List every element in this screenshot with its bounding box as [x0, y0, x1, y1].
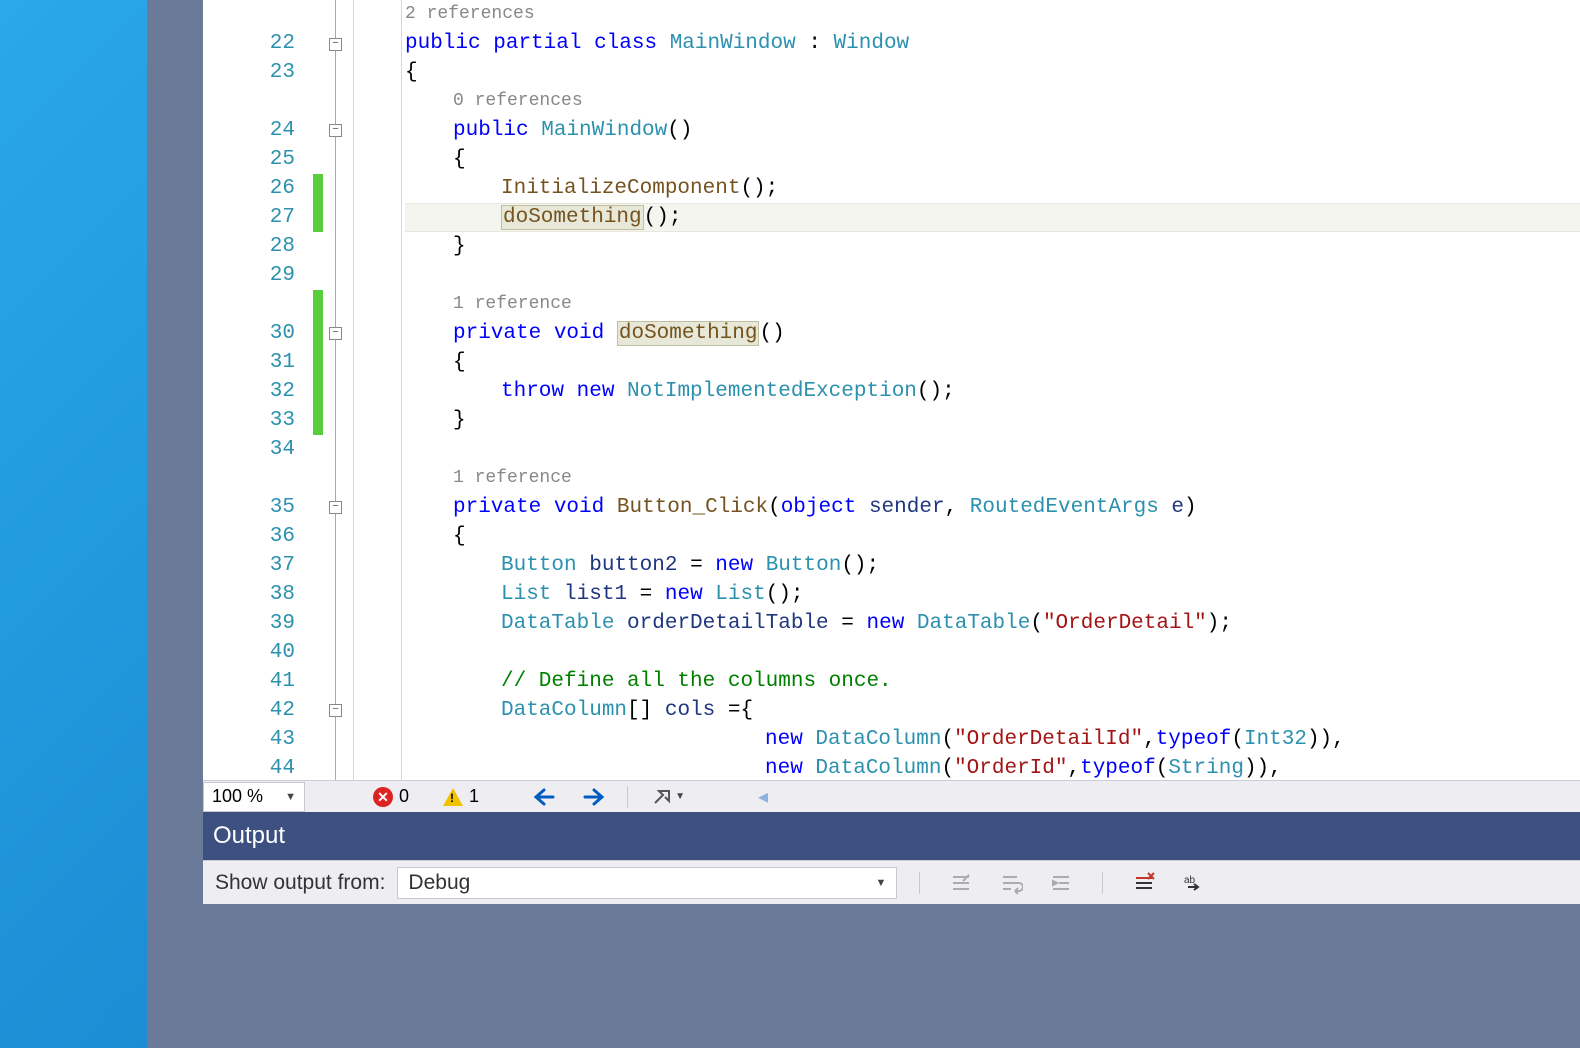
line-number: 39: [203, 609, 313, 638]
separator: [919, 872, 920, 894]
line-number: 24: [203, 116, 313, 145]
warning-count[interactable]: 1: [443, 786, 479, 807]
code-fold-strip: − − − − −: [323, 0, 349, 780]
clear-all-button[interactable]: [942, 867, 980, 899]
change-indicator-strip: [313, 0, 323, 780]
error-count[interactable]: ✕ 0: [373, 786, 409, 807]
fold-toggle[interactable]: −: [329, 38, 342, 51]
chevron-down-icon: ▼: [285, 791, 296, 803]
change-marker: [313, 174, 323, 232]
line-number: 31: [203, 348, 313, 377]
ide-window: 22 23 24 25 26 27 28 29 30 31 32 33 34 3…: [147, 0, 1580, 1048]
codelens-references[interactable]: 1 reference: [405, 464, 1580, 493]
codelens-references[interactable]: 1 reference: [405, 290, 1580, 319]
output-source-label: Show output from:: [215, 871, 385, 895]
line-number: 28: [203, 232, 313, 261]
line-number: 35: [203, 493, 313, 522]
code-content[interactable]: 2 references public partial class MainWi…: [405, 0, 1580, 780]
symbol-highlight[interactable]: doSomething: [617, 321, 760, 346]
chevron-down-icon: ▼: [675, 791, 685, 802]
desktop-background: [0, 0, 147, 1048]
line-number: 33: [203, 406, 313, 435]
line-number: 26: [203, 174, 313, 203]
symbol-highlight[interactable]: doSomething: [501, 205, 644, 230]
chevron-down-icon: ▼: [876, 877, 887, 889]
editor-status-bar: 100 % ▼ ✕ 0 1 ▼ ◂: [203, 780, 1580, 812]
indent-guide-strip: [349, 0, 405, 780]
line-number: 23: [203, 58, 313, 87]
output-source-combo[interactable]: Debug ▼: [397, 867, 897, 899]
output-toolbar: Show output from: Debug ▼ ab: [203, 860, 1580, 904]
line-number: 44: [203, 754, 313, 783]
fold-toggle[interactable]: −: [329, 704, 342, 717]
navigate-back-button[interactable]: [525, 783, 563, 811]
codelens-references[interactable]: 2 references: [405, 0, 1580, 29]
line-number: 43: [203, 725, 313, 754]
toggle-autoscroll-button[interactable]: ab: [1175, 867, 1213, 899]
codelens-references[interactable]: 0 references: [405, 87, 1580, 116]
change-marker: [313, 290, 323, 435]
error-icon: ✕: [373, 787, 393, 807]
clear-output-button[interactable]: [1125, 867, 1163, 899]
indent-button[interactable]: [1042, 867, 1080, 899]
toggle-wordwrap-button[interactable]: [992, 867, 1030, 899]
line-number: 27: [203, 203, 313, 232]
zoom-level-combo[interactable]: 100 % ▼: [203, 782, 305, 812]
line-number: 22: [203, 29, 313, 58]
fold-toggle[interactable]: −: [329, 327, 342, 340]
fold-toggle[interactable]: −: [329, 501, 342, 514]
code-editor[interactable]: 22 23 24 25 26 27 28 29 30 31 32 33 34 3…: [203, 0, 1580, 780]
line-number: 25: [203, 145, 313, 174]
scroll-left-button[interactable]: ◂: [744, 783, 782, 811]
line-number: 34: [203, 435, 313, 464]
line-number: 42: [203, 696, 313, 725]
navigate-forward-button[interactable]: [575, 783, 613, 811]
line-number: 40: [203, 638, 313, 667]
fold-toggle[interactable]: −: [329, 124, 342, 137]
line-number: 32: [203, 377, 313, 406]
line-number: 37: [203, 551, 313, 580]
line-number: 38: [203, 580, 313, 609]
zoom-value: 100 %: [212, 786, 263, 807]
tracking-options-button[interactable]: ▼: [650, 783, 688, 811]
line-number: 41: [203, 667, 313, 696]
line-number: 36: [203, 522, 313, 551]
separator: [1102, 872, 1103, 894]
line-number: 29: [203, 261, 313, 290]
separator: [627, 786, 628, 808]
warning-icon: [443, 788, 463, 806]
line-number: 30: [203, 319, 313, 348]
output-panel-title[interactable]: Output: [203, 812, 1580, 860]
line-number-gutter: 22 23 24 25 26 27 28 29 30 31 32 33 34 3…: [203, 0, 313, 780]
